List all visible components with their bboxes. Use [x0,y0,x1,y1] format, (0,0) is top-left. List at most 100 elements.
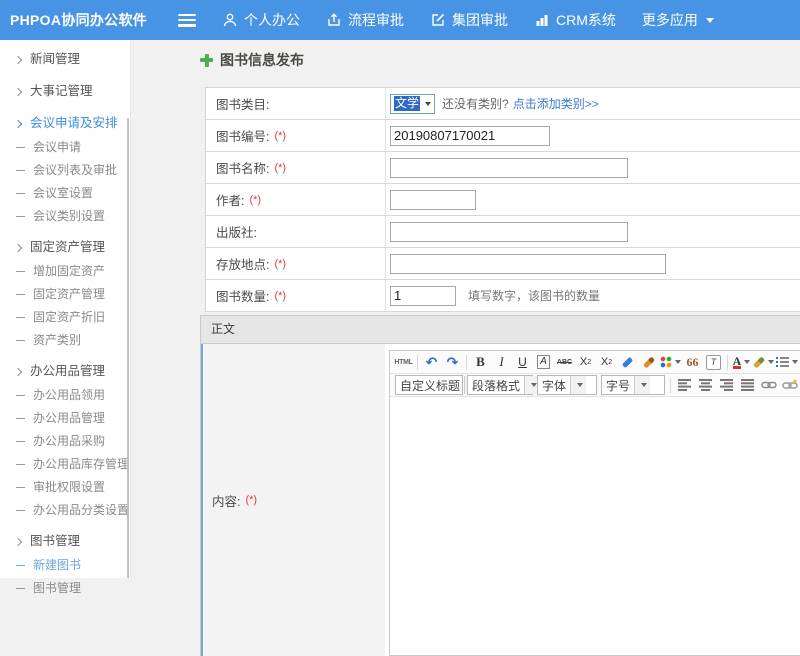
sidebar-item-asset-type[interactable]: 资产类别 [0,329,130,352]
quantity-input[interactable] [390,286,456,306]
sidebar-group-supplies[interactable]: 办公用品管理 [0,359,130,384]
sidebar-group-assets[interactable]: 固定资产管理 [0,235,130,260]
strikethrough-button[interactable]: ABC [555,353,574,372]
sidebar-item-meeting-list[interactable]: 会议列表及审批 [0,159,130,182]
book-no-input[interactable] [390,126,550,146]
field-label: 存放地点: [216,254,269,273]
editor-content-area[interactable] [390,397,800,655]
menu-toggle-icon[interactable] [178,14,196,27]
book-name-input[interactable] [390,158,628,178]
form-row-book-name: 图书名称:(*) [206,152,800,184]
undo-button[interactable]: ↶ [422,353,441,372]
edit-square-icon [430,12,446,28]
blockquote-button[interactable]: 66 [683,353,702,372]
sidebar-item-approval-perms[interactable]: 审批权限设置 [0,476,130,499]
sidebar-item-meeting-room[interactable]: 会议室设置 [0,182,130,205]
chevron-right-icon [14,87,22,95]
author-input[interactable] [390,190,476,210]
align-right-button[interactable] [717,376,736,395]
sidebar-item-supply-category[interactable]: 办公用品分类设置 [0,499,130,522]
nav-more-apps[interactable]: 更多应用 [642,10,714,30]
paragraph-format-select[interactable]: 段落格式 [467,375,533,395]
location-input[interactable] [390,254,666,274]
align-left-button[interactable] [675,376,694,395]
sidebar-item-supply-manage[interactable]: 办公用品管理 [0,407,130,430]
body-section-header: 正文 [200,315,800,344]
sidebar-item-asset-depreciation[interactable]: 固定资产折旧 [0,306,130,329]
sidebar-item-book-new[interactable]: 新建图书 [0,554,130,577]
highlight-color-button[interactable] [753,353,774,372]
required-mark: (*) [245,494,257,506]
subscript-button[interactable]: X2 [597,353,616,372]
sidebar-item-supply-purchase[interactable]: 办公用品采购 [0,430,130,453]
eraser-icon[interactable] [618,353,637,372]
format-brush-icon[interactable] [639,353,658,372]
redo-button[interactable]: ↷ [443,353,462,372]
sidebar-item-meeting-apply[interactable]: 会议申请 [0,136,130,159]
ordered-list-icon [776,356,789,368]
superscript-button[interactable]: X2 [576,353,595,372]
font-family-select[interactable]: 字体 [537,375,597,395]
field-label: 出版社: [216,222,257,241]
sidebar-scrollbar[interactable] [127,118,129,578]
nav-personal-office[interactable]: 个人办公 [222,10,300,30]
bold-button[interactable]: B [471,353,490,372]
nav-flow-approval[interactable]: 流程审批 [326,10,404,30]
justify-button[interactable] [738,376,757,395]
form-row-category: 图书类目: 文学 还没有类别? 点击添加类别>> [206,88,800,120]
sidebar-group-meetings[interactable]: 会议申请及安排 [0,111,130,136]
chevron-right-icon [14,537,22,545]
editor-toolbar-row1: HTML ↶ ↷ B I U A ABC X2 X2 [390,351,800,374]
sidebar-item-asset-add[interactable]: 增加固定资产 [0,260,130,283]
required-mark: (*) [274,130,286,142]
bar-chart-icon [534,12,550,28]
nav-label: CRM系统 [556,10,616,30]
align-center-button[interactable] [696,376,715,395]
sidebar-group-news[interactable]: 新闻管理 [0,47,130,72]
link-icon [761,380,777,390]
add-icon [200,54,213,67]
font-size-select[interactable]: 字号 [601,375,665,395]
justify-icon [741,379,754,391]
sidebar-item-meeting-type[interactable]: 会议类别设置 [0,205,130,228]
font-style-button[interactable]: A [534,353,553,372]
required-mark: (*) [274,258,286,270]
color-palette-button[interactable] [660,353,681,372]
heading-select[interactable]: 自定义标题 [395,375,463,395]
app-logo: PHPOA协同办公软件 [10,10,178,30]
nav-crm-system[interactable]: CRM系统 [534,10,616,30]
chevron-right-icon [14,367,22,375]
chevron-down-icon [744,360,750,364]
sidebar-item-book-manage[interactable]: 图书管理 [0,577,130,600]
sidebar: 新闻管理 大事记管理 会议申请及安排 会议申请 会议列表及审批 会议室设置 会议… [0,40,131,578]
sidebar-group-books[interactable]: 图书管理 [0,529,130,554]
field-label: 作者: [216,190,244,209]
align-left-icon [678,379,691,391]
nav-label: 集团审批 [452,10,508,30]
publisher-input[interactable] [390,222,628,242]
link-button[interactable] [759,376,778,395]
flow-share-icon [326,12,342,28]
font-color-button[interactable]: A [732,353,751,372]
book-form: 图书类目: 文学 还没有类别? 点击添加类别>> 图书编号: (*) 图书名称:(… [205,87,800,656]
form-row-publisher: 出版社: [206,216,800,248]
unlink-button[interactable] [780,376,799,395]
paste-as-text-button[interactable]: T [704,353,723,372]
field-label: 图书编号: [216,126,269,145]
sidebar-item-asset-manage[interactable]: 固定资产管理 [0,283,130,306]
ordered-list-button[interactable] [776,353,798,372]
sidebar-item-supply-claim[interactable]: 办公用品领用 [0,384,130,407]
align-center-icon [699,379,712,391]
category-select[interactable]: 文学 [390,94,435,114]
sidebar-group-milestones[interactable]: 大事记管理 [0,79,130,104]
source-code-button[interactable]: HTML [394,353,413,372]
unlink-icon [782,379,798,391]
quantity-note: 填写数字，该图书的数量 [468,287,600,304]
sidebar-item-supply-stock[interactable]: 办公用品库存管理 [0,453,130,476]
nav-group-approval[interactable]: 集团审批 [430,10,508,30]
content-row: 内容: (*) HTML ↶ ↷ B I U A ABC [200,344,800,656]
italic-button[interactable]: I [492,353,511,372]
editor-toolbar-row2: 自定义标题 段落格式 字体 字号 [390,374,800,397]
underline-button[interactable]: U [513,353,532,372]
add-category-link[interactable]: 点击添加类别>> [513,95,599,112]
